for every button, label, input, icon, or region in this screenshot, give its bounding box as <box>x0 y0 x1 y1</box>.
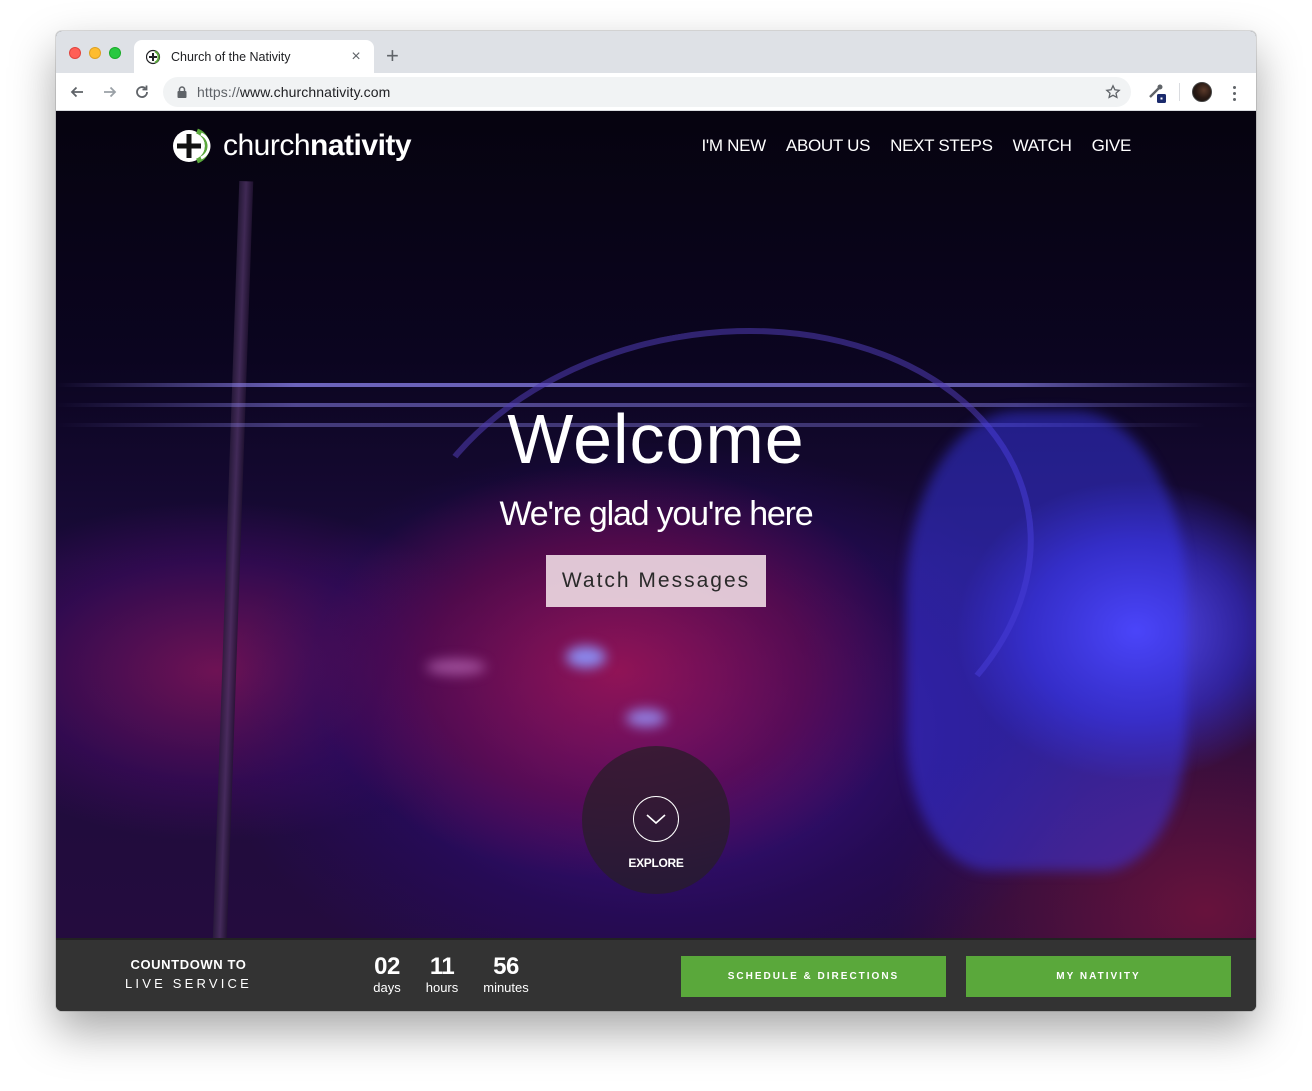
chevron-down-icon <box>646 814 666 825</box>
countdown-minutes-value: 56 <box>493 953 519 980</box>
new-tab-button[interactable]: + <box>386 45 399 67</box>
browser-tab[interactable]: Church of the Nativity × <box>134 40 374 73</box>
browser-window: Church of the Nativity × + https://www.c… <box>56 31 1256 1011</box>
tab-close-icon[interactable]: × <box>348 48 364 65</box>
violin-highlight-image <box>566 646 606 668</box>
hero-section: church nativity I'M NEW ABOUT US NEXT STE… <box>56 111 1256 938</box>
url-host: www.churchnativity.com <box>239 84 391 100</box>
browser-toolbar: https://www.churchnativity.com <box>56 73 1256 111</box>
nav-im-new[interactable]: I'M NEW <box>702 136 767 156</box>
site-logo[interactable]: church nativity <box>171 128 412 164</box>
countdown-hours: 11 hours <box>419 954 465 996</box>
nav-give[interactable]: GIVE <box>1092 136 1132 156</box>
hero-title: Welcome <box>507 400 805 478</box>
reload-button[interactable] <box>131 81 153 103</box>
countdown-bar: COUNTDOWN TO LIVE SERVICE 02 days 11 hou… <box>56 938 1256 1011</box>
explore-button[interactable]: EXPLORE <box>582 746 730 894</box>
violin-highlight-image <box>426 659 486 675</box>
logo-mark <box>173 128 211 164</box>
countdown-title-line2: LIVE SERVICE <box>124 976 253 991</box>
url-scheme: https:// <box>197 84 240 100</box>
violin-highlight-image <box>626 709 666 727</box>
favicon-icon <box>146 49 161 64</box>
schedule-directions-button[interactable]: SCHEDULE & DIRECTIONS <box>681 956 946 997</box>
extension-icon[interactable] <box>1146 82 1168 104</box>
violin-bow-image <box>212 180 254 938</box>
star-icon[interactable] <box>1105 84 1121 100</box>
nav-next-steps[interactable]: NEXT STEPS <box>890 136 993 156</box>
minimize-window-button[interactable] <box>89 47 101 59</box>
explore-circle <box>633 796 679 842</box>
logo-text-church: church <box>223 129 311 162</box>
url-text: https://www.churchnativity.com <box>197 84 390 100</box>
countdown-hours-value: 11 <box>429 953 455 980</box>
nav-watch[interactable]: WATCH <box>1013 136 1072 156</box>
countdown-days-value: 02 <box>374 953 400 980</box>
hand-image <box>906 411 1186 871</box>
reload-icon <box>136 85 148 98</box>
explore-label: EXPLORE <box>628 856 684 870</box>
nav-about-us[interactable]: ABOUT US <box>786 136 871 156</box>
logo-text-nativity: nativity <box>310 129 412 162</box>
watch-messages-button[interactable]: Watch Messages <box>546 555 766 607</box>
toolbar-separator <box>1179 83 1180 101</box>
countdown-hours-label: hours <box>425 980 459 995</box>
back-button[interactable] <box>66 81 88 103</box>
countdown-minutes-label: minutes <box>483 980 529 995</box>
address-bar[interactable]: https://www.churchnativity.com <box>163 77 1131 107</box>
countdown-days-label: days <box>373 980 401 995</box>
main-nav: I'M NEW ABOUT US NEXT STEPS WATCH GIVE <box>702 136 1132 156</box>
tab-title: Church of the Nativity <box>171 49 291 64</box>
countdown-days: 02 days <box>367 954 407 996</box>
more-vert-icon[interactable] <box>1226 82 1242 104</box>
hero-tagline: We're glad you're here <box>499 495 814 533</box>
maximize-window-button[interactable] <box>109 47 121 59</box>
close-window-button[interactable] <box>69 47 81 59</box>
my-nativity-button[interactable]: MY NATIVITY <box>966 956 1231 997</box>
page-viewport: church nativity I'M NEW ABOUT US NEXT STE… <box>56 111 1256 1011</box>
back-arrow-icon <box>70 86 83 98</box>
tab-strip: Church of the Nativity × + <box>56 31 1256 73</box>
forward-button[interactable] <box>99 81 121 103</box>
countdown-title-line1: COUNTDOWN TO <box>130 957 247 972</box>
site-header: church nativity I'M NEW ABOUT US NEXT STE… <box>56 111 1256 181</box>
countdown-title: COUNTDOWN TO LIVE SERVICE <box>116 957 261 991</box>
countdown-minutes: 56 minutes <box>478 954 534 996</box>
profile-avatar[interactable] <box>1192 82 1212 102</box>
lock-icon <box>177 86 187 98</box>
forward-arrow-icon <box>104 86 117 98</box>
